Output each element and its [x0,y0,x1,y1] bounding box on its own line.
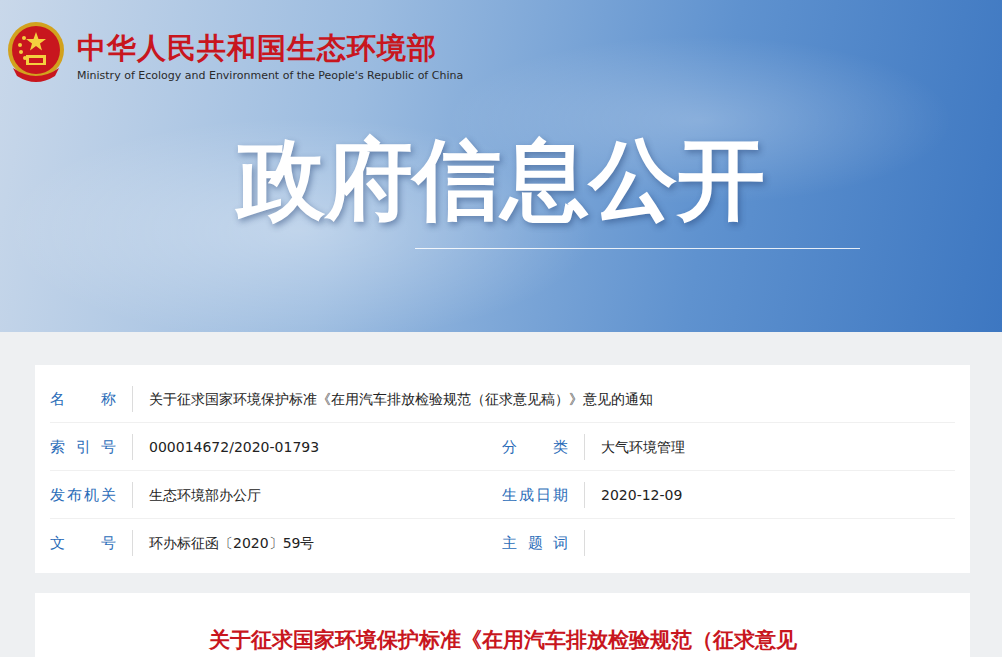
content: 名称 关于征求国家环境保护标准《在用汽车排放检验规范（征求意见稿）》意见的通知索… [0,332,1002,657]
banner-title: 政府信息公开 [0,130,1002,230]
info-row: 文号 环办标征函〔2020〕59号主题词 [50,519,955,566]
field-label: 名称 [50,386,133,412]
info-field: 索引号 000014672/2020-01793 [50,423,502,470]
field-value: 000014672/2020-01793 [149,436,319,458]
article-card: 关于征求国家环境保护标准《在用汽车排放检验规范（征求意见 [35,593,970,657]
site-brand[interactable]: 中华人民共和国生态环境部 Ministry of Ecology and Env… [0,18,1002,86]
info-field: 文号 环办标征函〔2020〕59号 [50,519,502,566]
info-field: 名称 关于征求国家环境保护标准《在用汽车排放检验规范（征求意见稿）》意见的通知 [50,375,955,422]
info-field: 分类 大气环境管理 [502,423,955,470]
field-value: 关于征求国家环境保护标准《在用汽车排放检验规范（征求意见稿）》意见的通知 [149,388,653,410]
field-label: 索引号 [50,434,133,460]
site-subtitle: Ministry of Ecology and Environment of t… [77,68,463,84]
field-label: 发布机关 [50,482,133,508]
article-title: 关于征求国家环境保护标准《在用汽车排放检验规范（征求意见 [45,625,960,655]
field-label: 主题词 [502,530,585,556]
header-banner: 中华人民共和国生态环境部 Ministry of Ecology and Env… [0,0,1002,332]
field-label: 文号 [50,530,133,556]
field-value: 大气环境管理 [601,436,685,458]
info-field: 主题词 [502,519,955,566]
info-row: 索引号 000014672/2020-01793分类 大气环境管理 [50,423,955,471]
field-value: 生态环境部办公厅 [149,484,261,506]
info-field: 生成日期 2020-12-09 [502,471,955,518]
page: 中华人民共和国生态环境部 Ministry of Ecology and Env… [0,0,1002,657]
field-value: 环办标征函〔2020〕59号 [149,532,314,554]
info-row: 发布机关 生态环境部办公厅生成日期 2020-12-09 [50,471,955,519]
field-label: 分类 [502,434,585,460]
banner-underline [415,248,860,249]
national-emblem-icon [5,18,67,86]
info-row: 名称 关于征求国家环境保护标准《在用汽车排放检验规范（征求意见稿）》意见的通知 [50,375,955,423]
info-field: 发布机关 生态环境部办公厅 [50,471,502,518]
site-title[interactable]: 中华人民共和国生态环境部 [77,30,463,66]
info-table: 名称 关于征求国家环境保护标准《在用汽车排放检验规范（征求意见稿）》意见的通知索… [35,365,970,573]
field-value: 2020-12-09 [601,484,682,506]
field-label: 生成日期 [502,482,585,508]
